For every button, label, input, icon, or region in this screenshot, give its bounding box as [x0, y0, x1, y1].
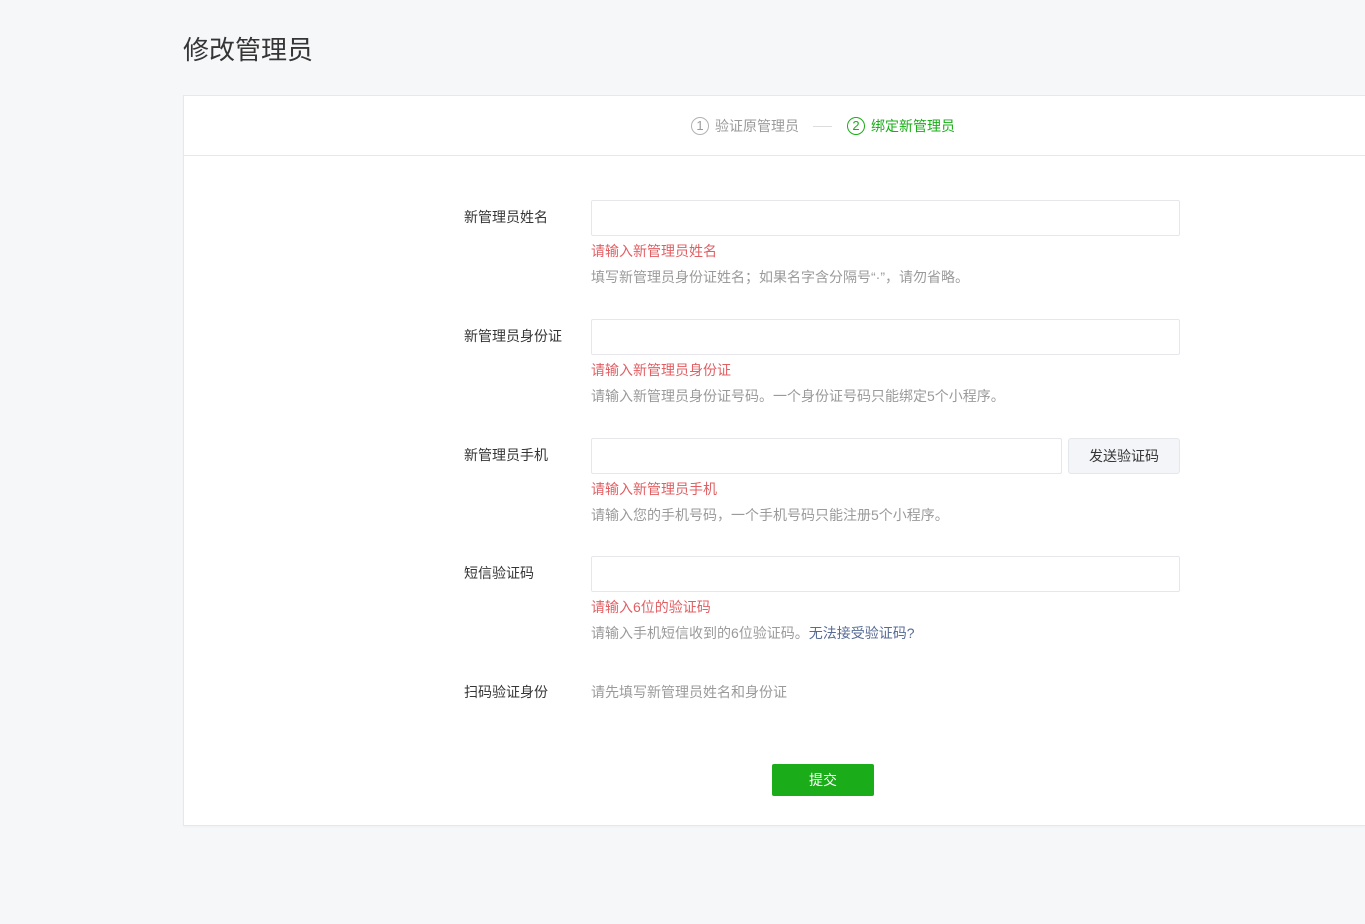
- scan-verify-text: 请先填写新管理员姓名和身份证: [591, 684, 787, 700]
- step-indicator: 1 验证原管理员 2 绑定新管理员: [184, 96, 1365, 156]
- name-label: 新管理员姓名: [464, 209, 548, 225]
- id-card-label: 新管理员身份证: [464, 328, 562, 344]
- form-row-id-card: 新管理员身份证 请输入新管理员身份证 请输入新管理员身份证号码。一个身份证号码只…: [184, 319, 1365, 419]
- phone-label: 新管理员手机: [464, 447, 548, 463]
- id-card-input[interactable]: [591, 319, 1180, 355]
- sms-code-error: 请输入6位的验证码: [591, 599, 711, 615]
- form-card: 1 验证原管理员 2 绑定新管理员 新管理员姓名 请输入新管理员姓名 填写新管理…: [183, 95, 1365, 826]
- sms-code-hint-text: 请输入手机短信收到的6位验证码。: [591, 625, 809, 641]
- send-code-button[interactable]: 发送验证码: [1068, 438, 1180, 474]
- sms-code-label: 短信验证码: [464, 565, 534, 581]
- id-card-hint: 请输入新管理员身份证号码。一个身份证号码只能绑定5个小程序。: [591, 388, 1005, 404]
- form-row-name: 新管理员姓名 请输入新管理员姓名 填写新管理员身份证姓名；如果名字含分隔号“·”…: [184, 200, 1365, 300]
- name-error: 请输入新管理员姓名: [591, 243, 717, 259]
- cannot-receive-code-link[interactable]: 无法接受验证码?: [809, 625, 915, 641]
- step-number: 1: [691, 117, 709, 135]
- id-card-error: 请输入新管理员身份证: [591, 362, 731, 378]
- scan-verify-label: 扫码验证身份: [464, 684, 548, 700]
- step-verify-old-admin: 1 验证原管理员: [691, 116, 799, 136]
- step-connector-line: [813, 126, 832, 127]
- step-number: 2: [847, 117, 865, 135]
- step-label: 绑定新管理员: [871, 118, 955, 134]
- phone-input[interactable]: [591, 438, 1062, 474]
- step-label: 验证原管理员: [715, 118, 799, 134]
- sms-code-input[interactable]: [591, 556, 1180, 592]
- form-row-phone: 新管理员手机 发送验证码 请输入新管理员手机 请输入您的手机号码，一个手机号码只…: [184, 438, 1365, 538]
- step-bind-new-admin: 2 绑定新管理员: [847, 116, 955, 136]
- name-input[interactable]: [591, 200, 1180, 236]
- form-row-sms-code: 短信验证码 请输入6位的验证码 请输入手机短信收到的6位验证码。无法接受验证码?: [184, 556, 1365, 656]
- name-hint: 填写新管理员身份证姓名；如果名字含分隔号“·”，请勿省略。: [591, 269, 969, 285]
- phone-error: 请输入新管理员手机: [591, 481, 717, 497]
- phone-hint: 请输入您的手机号码，一个手机号码只能注册5个小程序。: [591, 507, 949, 523]
- submit-button[interactable]: 提交: [772, 764, 874, 796]
- sms-code-hint: 请输入手机短信收到的6位验证码。无法接受验证码?: [591, 623, 915, 643]
- page-title: 修改管理员: [183, 35, 314, 65]
